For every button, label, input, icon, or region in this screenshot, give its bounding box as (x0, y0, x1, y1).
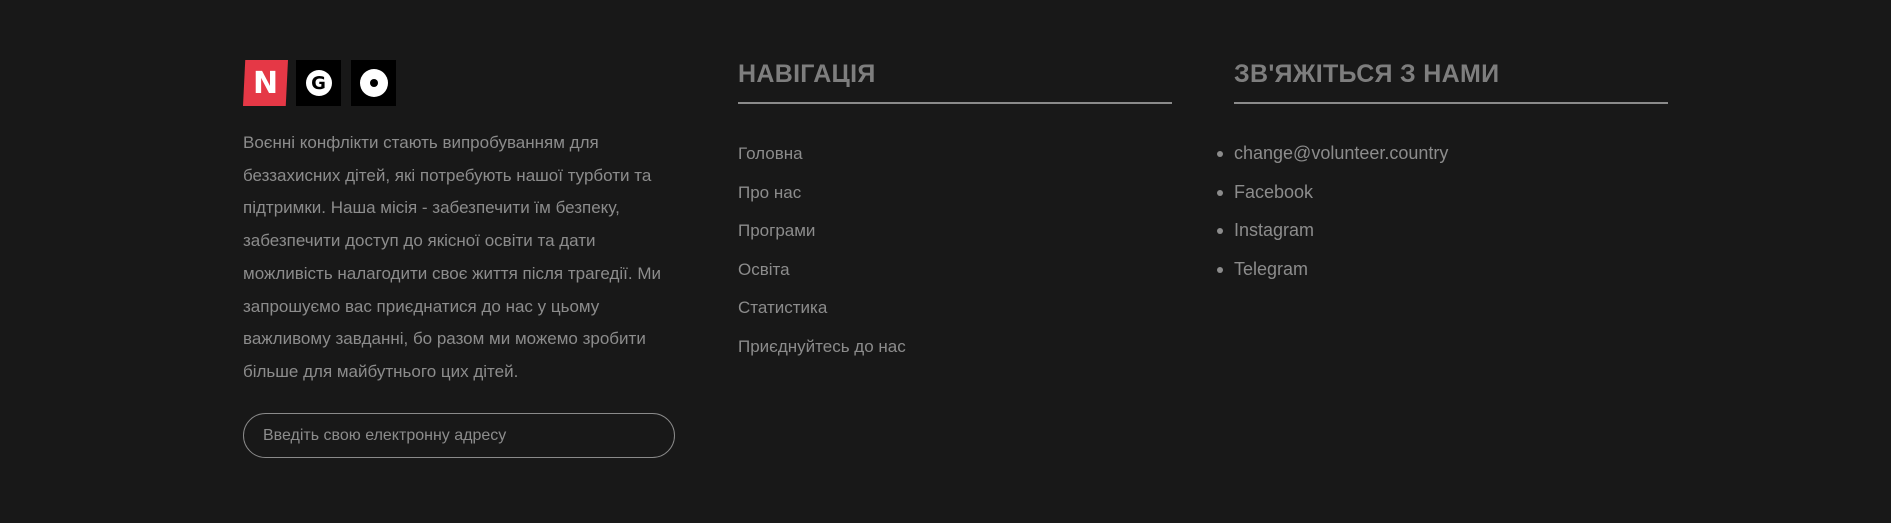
bullet-icon (1217, 189, 1223, 196)
contact-link-facebook[interactable]: Facebook (1217, 177, 1448, 216)
navigation-list: Головна Про нас Програми Освіта Статисти… (738, 138, 906, 370)
nav-link-about[interactable]: Про нас (738, 177, 906, 216)
bullet-icon (1217, 266, 1223, 273)
about-description: Воєнні конфлікти стають випробуванням дл… (243, 133, 661, 381)
contact-list: change@volunteer.country Facebook Instag… (1217, 138, 1449, 293)
contact-facebook-label: Facebook (1234, 181, 1314, 202)
contact-link-telegram[interactable]: Telegram (1217, 254, 1448, 293)
contact-link-instagram[interactable]: Instagram (1217, 215, 1448, 254)
logo-letter-n: N (252, 65, 279, 101)
nav-link-home[interactable]: Головна (738, 138, 906, 177)
bullet-icon (1217, 151, 1223, 157)
logo-letter-o (359, 69, 388, 97)
logo-tile-g: G (296, 60, 341, 106)
logo[interactable]: N G (243, 60, 406, 106)
logo-tile-n: N (243, 60, 288, 106)
logo-tile-o (351, 60, 396, 106)
contact-instagram-label: Instagram (1234, 220, 1315, 241)
nav-link-statistics[interactable]: Статистика (738, 292, 906, 331)
bullet-icon (1217, 228, 1223, 235)
contact-title: ЗВ'ЯЖІТЬСЯ З НАМИ (1234, 60, 1500, 88)
contact-link-email[interactable]: change@volunteer.country (1217, 138, 1449, 177)
contact-email-label: change@volunteer.country (1234, 143, 1449, 163)
contact-divider (1234, 102, 1668, 104)
email-subscribe-input[interactable] (243, 413, 675, 458)
logo-letter-g: G (305, 70, 332, 96)
site-footer: N G Воєнні конфлікти стають випробування… (0, 0, 1891, 523)
navigation-divider (738, 102, 1172, 104)
navigation-title: НАВІГАЦІЯ (738, 60, 876, 88)
contact-telegram-label: Telegram (1234, 258, 1309, 279)
nav-link-join[interactable]: Приєднуйтесь до нас (738, 331, 906, 370)
nav-link-education[interactable]: Освіта (738, 254, 906, 293)
nav-link-programs[interactable]: Програми (738, 215, 906, 254)
